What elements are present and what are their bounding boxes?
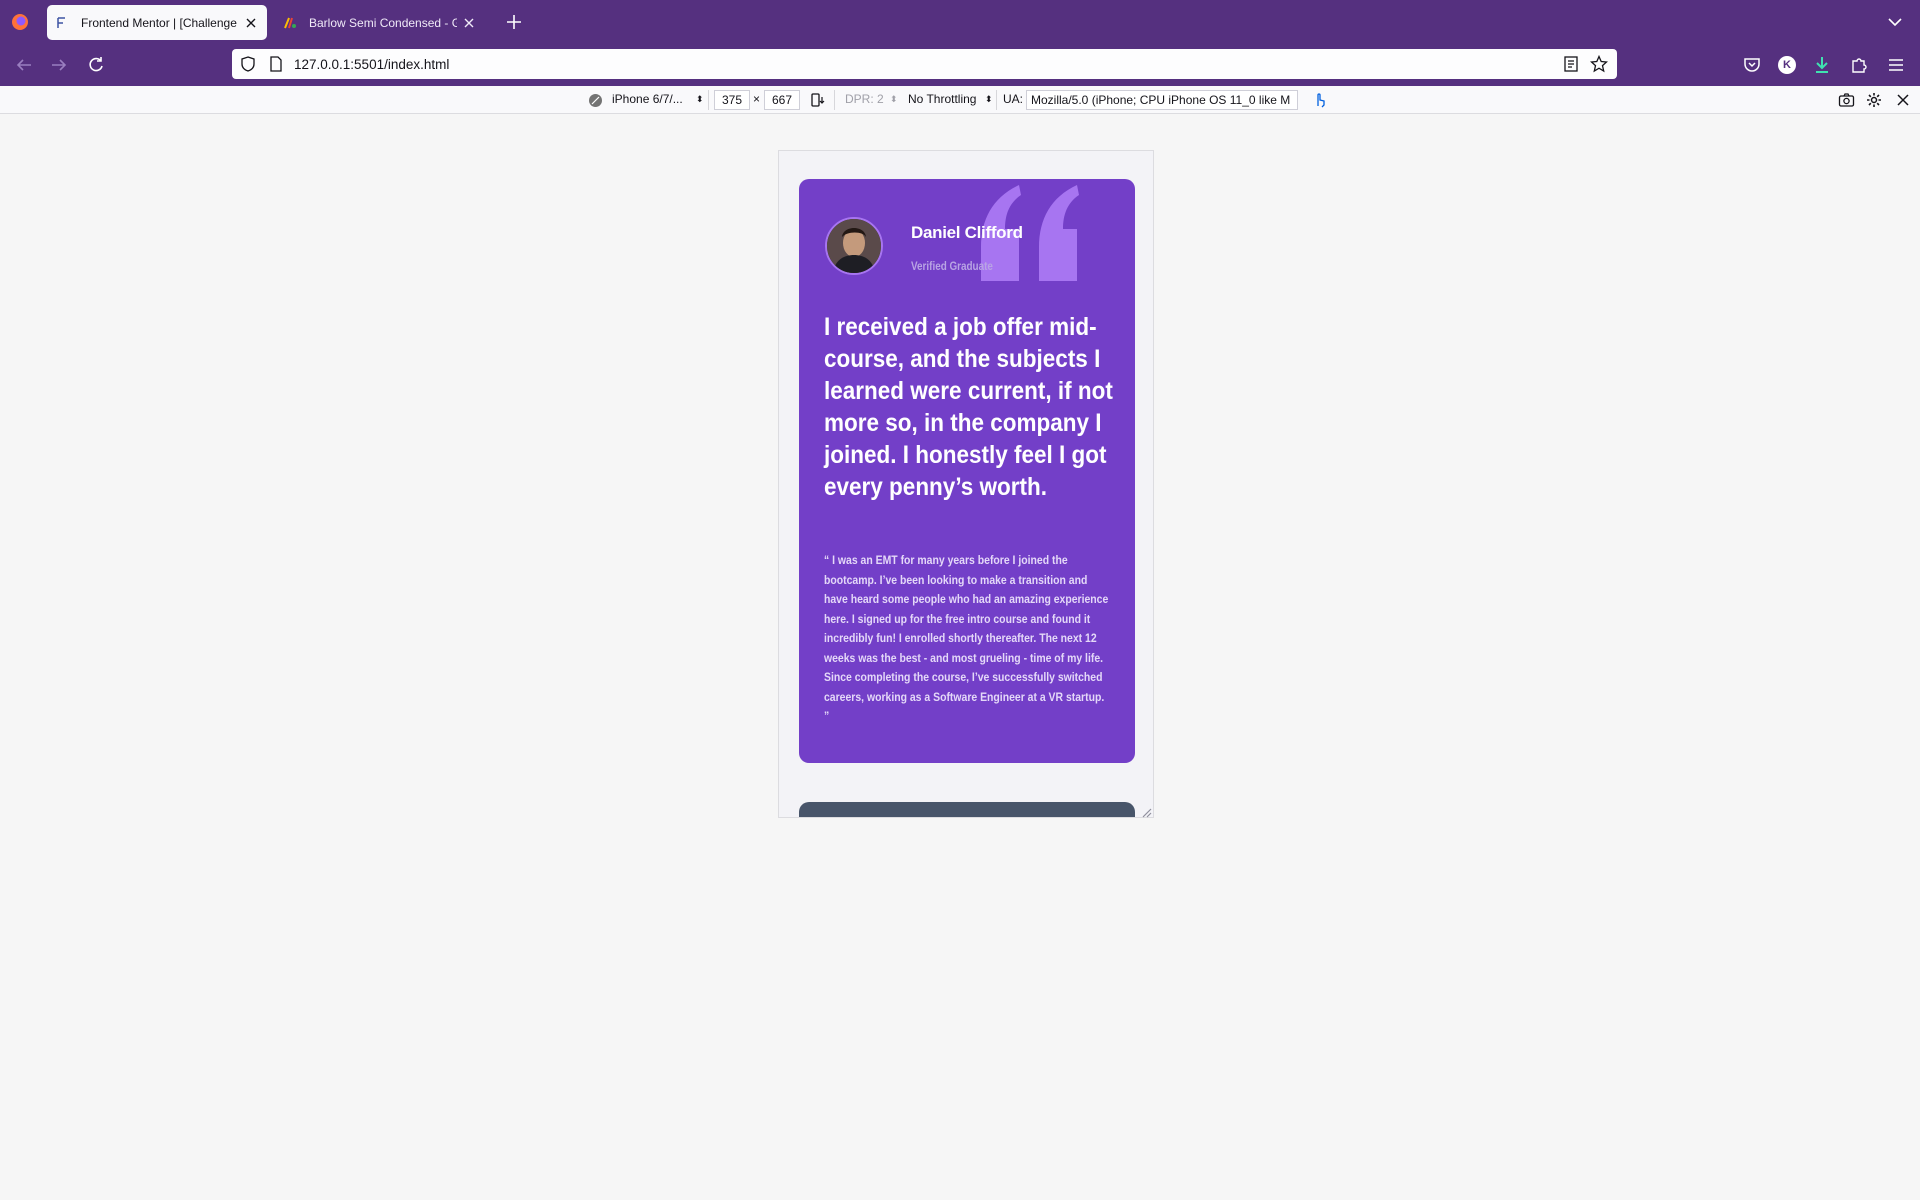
frontend-mentor-favicon-icon (57, 16, 65, 28)
viewport-resize-handle-icon[interactable] (1140, 806, 1152, 818)
rotate-viewport-icon[interactable] (810, 92, 826, 108)
toolbar-divider (834, 90, 835, 110)
viewport-height-input[interactable]: 667 (764, 90, 800, 110)
dimension-separator: × (753, 92, 761, 106)
new-tab-plus-icon[interactable] (505, 13, 523, 31)
testimonial-card: Daniel Clifford Verified Graduate I rece… (799, 179, 1135, 763)
touch-simulation-hand-icon[interactable] (1312, 92, 1328, 108)
tracking-protection-shield-icon[interactable] (240, 56, 256, 72)
mobile-viewport: Daniel Clifford Verified Graduate I rece… (778, 150, 1154, 818)
navigation-toolbar: 127.0.0.1:5501/index.html K (0, 44, 1920, 86)
address-bar[interactable]: 127.0.0.1:5501/index.html (232, 49, 1617, 79)
person-photo-icon (827, 219, 881, 273)
testimonial-body: “ I was an EMT for many years before I j… (824, 553, 1109, 723)
settings-gear-icon[interactable] (1866, 92, 1882, 108)
next-testimonial-card (799, 802, 1135, 817)
reload-icon[interactable] (85, 54, 107, 76)
reader-view-icon[interactable] (1563, 56, 1579, 72)
url-text[interactable]: 127.0.0.1:5501/index.html (294, 57, 449, 72)
viewport-width-input[interactable]: 375 (714, 90, 750, 110)
close-tab-icon[interactable] (461, 15, 477, 31)
toolbar-divider (708, 90, 709, 110)
tab-title: Frontend Mentor | [Challenge N (81, 15, 239, 30)
page-info-icon[interactable] (268, 56, 284, 72)
forward-arrow-icon[interactable] (48, 54, 70, 76)
user-agent-label: UA: (1003, 92, 1024, 106)
responsive-design-toolbar: iPhone 6/7/... ⬍ 375 × 667 DPR: 2 ⬍ No T… (0, 86, 1920, 114)
tab-barlow-font[interactable]: Barlow Semi Condensed - Goog (275, 5, 485, 40)
dpr-selector[interactable]: DPR: 2 (845, 92, 884, 106)
google-fonts-favicon-icon (284, 17, 296, 28)
toolbar-divider (996, 90, 997, 110)
tab-title: Barlow Semi Condensed - Goog (309, 15, 457, 30)
list-all-tabs-chevron-icon[interactable] (1886, 14, 1904, 30)
menu-hamburger-icon[interactable] (1886, 55, 1906, 75)
device-globe-icon (589, 94, 602, 107)
back-arrow-icon[interactable] (13, 54, 35, 76)
screenshot-camera-icon[interactable] (1838, 92, 1855, 108)
firefox-logo-icon[interactable] (10, 12, 30, 32)
person-name: Daniel Clifford (911, 223, 1023, 242)
close-rdm-icon[interactable] (1896, 93, 1910, 107)
account-avatar[interactable]: K (1778, 56, 1796, 74)
person-role: Verified Graduate (911, 261, 993, 273)
pocket-icon[interactable] (1742, 55, 1762, 75)
close-tab-icon[interactable] (243, 15, 259, 31)
user-agent-input[interactable]: Mozilla/5.0 (iPhone; CPU iPhone OS 11_0 … (1026, 90, 1298, 110)
extensions-puzzle-icon[interactable] (1849, 55, 1869, 75)
testimonial-headline: I received a job offer mid-course, and t… (824, 313, 1113, 501)
tab-strip: Frontend Mentor | [Challenge N Barlow Se… (0, 0, 1920, 44)
dpr-dropdown-icon[interactable]: ⬍ (890, 94, 898, 105)
bookmark-star-icon[interactable] (1590, 55, 1608, 73)
avatar (825, 217, 883, 275)
downloads-arrow-icon[interactable] (1812, 55, 1832, 75)
device-selector[interactable]: iPhone 6/7/... (612, 92, 683, 106)
device-dropdown-icon[interactable]: ⬍ (696, 94, 704, 105)
throttling-selector[interactable]: No Throttling (908, 92, 976, 106)
tab-frontend-mentor[interactable]: Frontend Mentor | [Challenge N (47, 5, 267, 40)
throttling-dropdown-icon[interactable]: ⬍ (985, 94, 993, 105)
